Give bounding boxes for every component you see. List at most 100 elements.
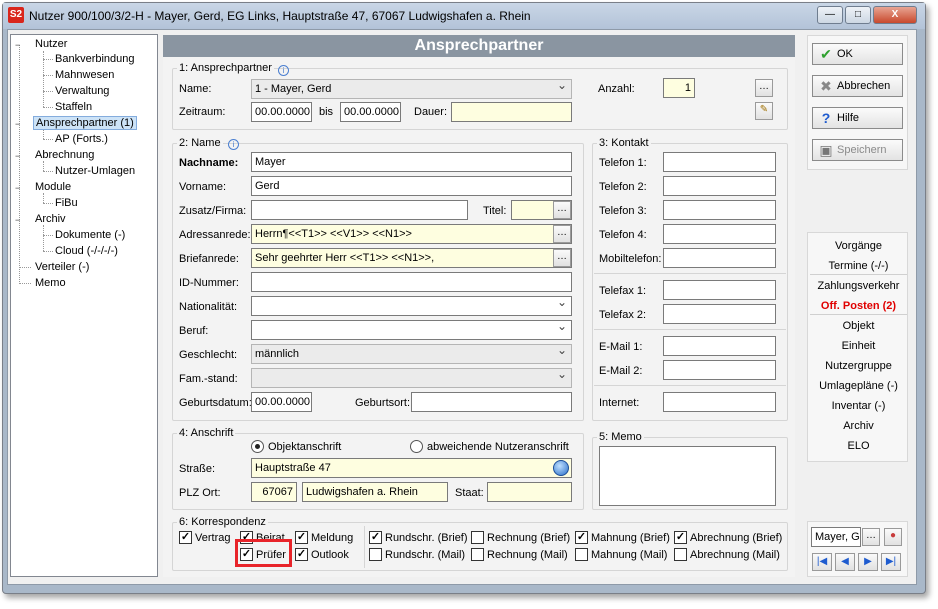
internet-field[interactable] (663, 392, 776, 412)
name-select[interactable]: 1 - Mayer, Gerd (251, 79, 572, 99)
memo-textarea[interactable] (599, 446, 776, 506)
zusatz-field[interactable] (251, 200, 468, 220)
tree-item-cloud[interactable]: Cloud (-/-/-/-) (55, 245, 118, 257)
strasse-field[interactable]: Hauptstraße 47 (251, 458, 572, 478)
adressanrede-field[interactable]: Herrn¶<<T1>> <<V1>> <<N1>> (251, 224, 572, 244)
tree-item-mahnwesen[interactable]: Mahnwesen (55, 69, 114, 81)
fax1-field[interactable] (663, 280, 776, 300)
mahnung-mail-checkbox[interactable] (575, 548, 588, 561)
telefon4-field[interactable] (663, 224, 776, 244)
tree-item-abrechnung[interactable]: Abrechnung (35, 149, 94, 161)
nav-vorgaenge[interactable]: Vorgänge (808, 240, 909, 252)
abweichende-anschrift-radio[interactable] (410, 440, 423, 453)
nav-elo[interactable]: ELO (808, 440, 909, 452)
abbrechen-button[interactable]: ✖ Abbrechen (812, 75, 903, 97)
mobil-field[interactable] (663, 248, 776, 268)
collapse-icon[interactable]: − (15, 216, 24, 225)
nav-nutzergruppe[interactable]: Nutzergruppe (808, 360, 909, 372)
tree-item-module[interactable]: Module (35, 181, 71, 193)
next-record-button[interactable]: ▶ (858, 553, 878, 571)
tree-item-staffeln[interactable]: Staffeln (55, 101, 92, 113)
speichern-button[interactable]: ▣ Speichern (812, 139, 903, 161)
nav-archiv[interactable]: Archiv (808, 420, 909, 432)
nav-umlageplaene[interactable]: Umlagepläne (-) (808, 380, 909, 392)
tree-item-dokumente[interactable]: Dokumente (-) (55, 229, 125, 241)
users-icon[interactable]: ● (884, 528, 902, 546)
ort-field[interactable]: Ludwigshafen a. Rhein (302, 482, 448, 502)
first-record-button[interactable]: |◀ (812, 553, 832, 571)
info-icon[interactable]: i (278, 65, 289, 76)
close-button[interactable]: X (873, 6, 917, 24)
nav-inventar[interactable]: Inventar (-) (808, 400, 909, 412)
tree-item-verteiler[interactable]: Verteiler (-) (35, 261, 89, 273)
tree-item-fibu[interactable]: FiBu (55, 197, 78, 209)
fax2-field[interactable] (663, 304, 776, 324)
id-field[interactable] (251, 272, 572, 292)
last-record-button[interactable]: ▶| (881, 553, 901, 571)
prev-record-button[interactable]: ◀ (835, 553, 855, 571)
vorname-field[interactable]: Gerd (251, 176, 572, 196)
telefon2-field[interactable] (663, 176, 776, 196)
mahnung-brief-checkbox[interactable]: ✓ (575, 531, 588, 544)
collapse-icon[interactable]: − (15, 120, 24, 129)
more-button[interactable]: … (755, 79, 773, 97)
record-picker-button[interactable]: … (862, 528, 880, 546)
hilfe-button[interactable]: ? Hilfe (812, 107, 903, 129)
geschlecht-select[interactable]: männlich (251, 344, 572, 364)
anzahl-field[interactable]: 1 (663, 78, 695, 98)
adressanrede-picker-button[interactable]: … (553, 225, 571, 243)
famstand-select[interactable] (251, 368, 572, 388)
nav-objekt[interactable]: Objekt (808, 320, 909, 332)
maximize-button[interactable]: □ (845, 6, 871, 24)
zeitraum-from-field[interactable]: 00.00.0000 (251, 102, 312, 122)
tree-item-nutzer[interactable]: Nutzer (35, 38, 67, 50)
minimize-button[interactable]: — (817, 6, 843, 24)
tree-item-bankverbindung[interactable]: Bankverbindung (55, 53, 135, 65)
nav-einheit[interactable]: Einheit (808, 340, 909, 352)
record-field[interactable]: Mayer, G (811, 527, 861, 547)
zeitraum-to-field[interactable]: 00.00.0000 (340, 102, 401, 122)
telefon1-field[interactable] (663, 152, 776, 172)
abrechnung-brief-checkbox[interactable]: ✓ (674, 531, 687, 544)
collapse-icon[interactable]: − (15, 184, 24, 193)
collapse-icon[interactable]: − (15, 41, 24, 50)
tree-item-ansprechpartner[interactable]: Ansprechpartner (1) (33, 116, 137, 130)
globe-icon[interactable] (553, 460, 569, 476)
meldung-checkbox[interactable]: ✓ (295, 531, 308, 544)
staat-field[interactable] (487, 482, 572, 502)
tree-item-archiv[interactable]: Archiv (35, 213, 66, 225)
email1-field[interactable] (663, 336, 776, 356)
objektanschrift-radio[interactable] (251, 440, 264, 453)
rundschr-brief-checkbox[interactable]: ✓ (369, 531, 382, 544)
rechnung-mail-checkbox[interactable] (471, 548, 484, 561)
collapse-icon[interactable]: − (15, 152, 24, 161)
section-kontakt-label: 3: Kontakt (597, 137, 651, 149)
beruf-select[interactable] (251, 320, 572, 340)
nav-termine[interactable]: Termine (-/-) (808, 260, 909, 272)
tree-item-ap-forts[interactable]: AP (Forts.) (55, 133, 108, 145)
vertrag-checkbox[interactable]: ✓ (179, 531, 192, 544)
rechnung-brief-checkbox[interactable] (471, 531, 484, 544)
nationalitaet-select[interactable] (251, 296, 572, 316)
email2-field[interactable] (663, 360, 776, 380)
telefon3-field[interactable] (663, 200, 776, 220)
titel-picker-button[interactable]: … (553, 201, 571, 219)
briefanrede-picker-button[interactable]: … (553, 249, 571, 267)
rundschr-mail-checkbox[interactable] (369, 548, 382, 561)
geburtsort-field[interactable] (411, 392, 572, 412)
dauer-field[interactable] (451, 102, 572, 122)
nav-offene-posten[interactable]: Off. Posten (2) (808, 300, 909, 312)
info-icon[interactable]: i (228, 139, 239, 150)
briefanrede-field[interactable]: Sehr geehrter Herr <<T1>> <<N1>>, (251, 248, 572, 268)
tree-item-verwaltung[interactable]: Verwaltung (55, 85, 109, 97)
plz-field[interactable]: 67067 (251, 482, 297, 502)
geburtsdatum-field[interactable]: 00.00.0000 (251, 392, 312, 412)
nav-zahlungsverkehr[interactable]: Zahlungsverkehr (808, 280, 909, 292)
nachname-field[interactable]: Mayer (251, 152, 572, 172)
ok-button[interactable]: ✔ OK (812, 43, 903, 65)
outlook-checkbox[interactable]: ✓ (295, 548, 308, 561)
abrechnung-mail-checkbox[interactable] (674, 548, 687, 561)
edit-note-icon[interactable]: ✎ (755, 102, 773, 120)
tree-item-nutzer-umlagen[interactable]: Nutzer-Umlagen (55, 165, 135, 177)
tree-item-memo[interactable]: Memo (35, 277, 66, 289)
